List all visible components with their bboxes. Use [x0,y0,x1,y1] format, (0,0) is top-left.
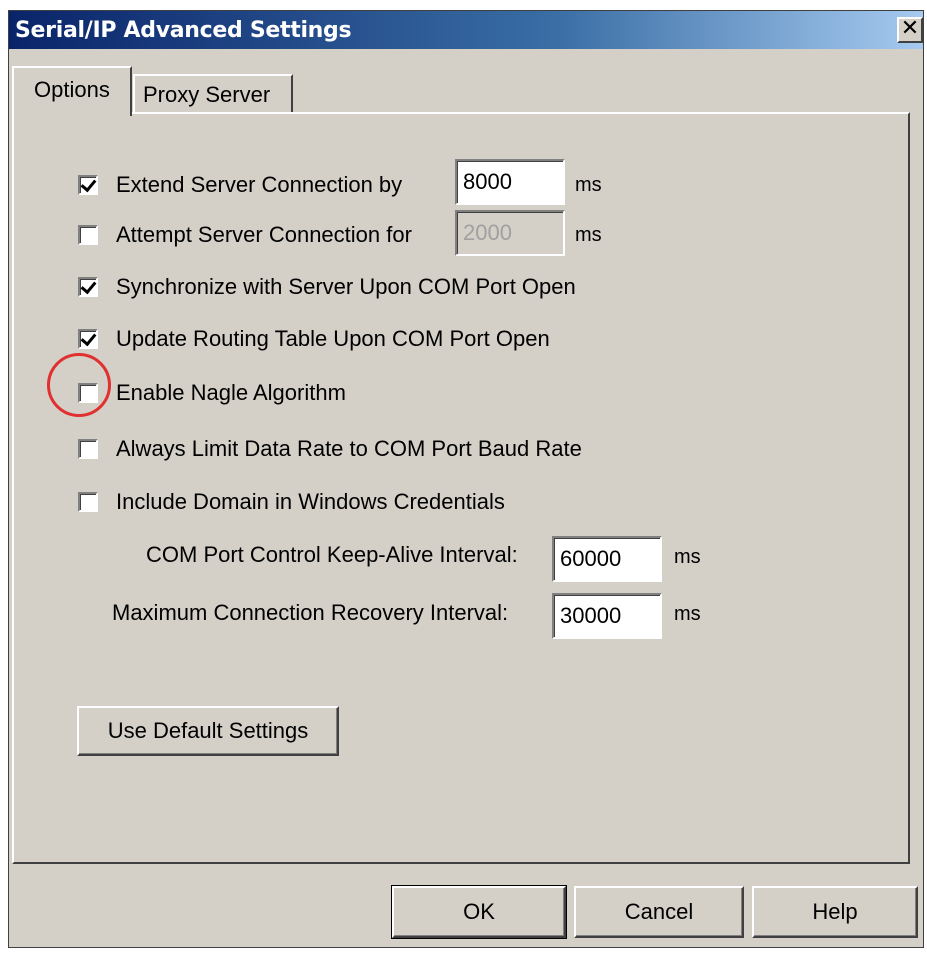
include-domain-label: Include Domain in Windows Credentials [116,489,505,514]
synchronize-checkbox[interactable] [78,277,98,297]
keepalive-label: COM Port Control Keep-Alive Interval: [146,542,518,567]
close-icon: ✕ [900,16,920,41]
extend-connection-input[interactable] [455,159,565,205]
nagle-row: Enable Nagle Algorithm [78,380,346,406]
include-domain-row: Include Domain in Windows Credentials [78,489,505,515]
attempt-connection-row: Attempt Server Connection for [78,222,412,248]
use-default-settings-button[interactable]: Use Default Settings [77,706,339,756]
update-routing-row: Update Routing Table Upon COM Port Open [78,326,550,352]
tab-options-label: Options [34,77,110,102]
limit-rate-label: Always Limit Data Rate to COM Port Baud … [116,436,582,461]
limit-rate-checkbox[interactable] [78,439,98,459]
cancel-button[interactable]: Cancel [574,886,744,938]
extend-connection-checkbox[interactable] [78,175,98,195]
nagle-label: Enable Nagle Algorithm [116,380,346,405]
update-routing-checkbox[interactable] [78,329,98,349]
extend-connection-unit: ms [575,174,602,196]
ok-button[interactable]: OK [391,885,567,939]
recovery-label: Maximum Connection Recovery Interval: [112,600,509,625]
extend-connection-row: Extend Server Connection by [78,172,402,198]
close-button[interactable]: ✕ [897,17,923,43]
recovery-unit: ms [674,603,701,625]
attempt-connection-label: Attempt Server Connection for [116,222,412,247]
limit-rate-row: Always Limit Data Rate to COM Port Baud … [78,436,582,462]
attempt-connection-unit: ms [575,224,602,246]
synchronize-label: Synchronize with Server Upon COM Port Op… [116,274,576,299]
keepalive-input[interactable] [552,536,662,582]
recovery-input[interactable] [552,593,662,639]
synchronize-row: Synchronize with Server Upon COM Port Op… [78,274,576,300]
title-bar[interactable]: Serial/IP Advanced Settings ✕ [9,11,923,49]
nagle-checkbox[interactable] [78,383,98,403]
tab-proxy-server[interactable]: Proxy Server [133,74,293,116]
keepalive-unit: ms [674,546,701,568]
extend-connection-label: Extend Server Connection by [116,172,403,197]
include-domain-checkbox[interactable] [78,492,98,512]
tab-options[interactable]: Options [12,66,132,116]
tab-proxy-server-label: Proxy Server [143,82,271,107]
attempt-connection-checkbox[interactable] [78,225,98,245]
attempt-connection-input [455,210,565,256]
help-button[interactable]: Help [752,886,918,938]
dialog-title: Serial/IP Advanced Settings [15,18,352,43]
update-routing-label: Update Routing Table Upon COM Port Open [116,326,550,351]
